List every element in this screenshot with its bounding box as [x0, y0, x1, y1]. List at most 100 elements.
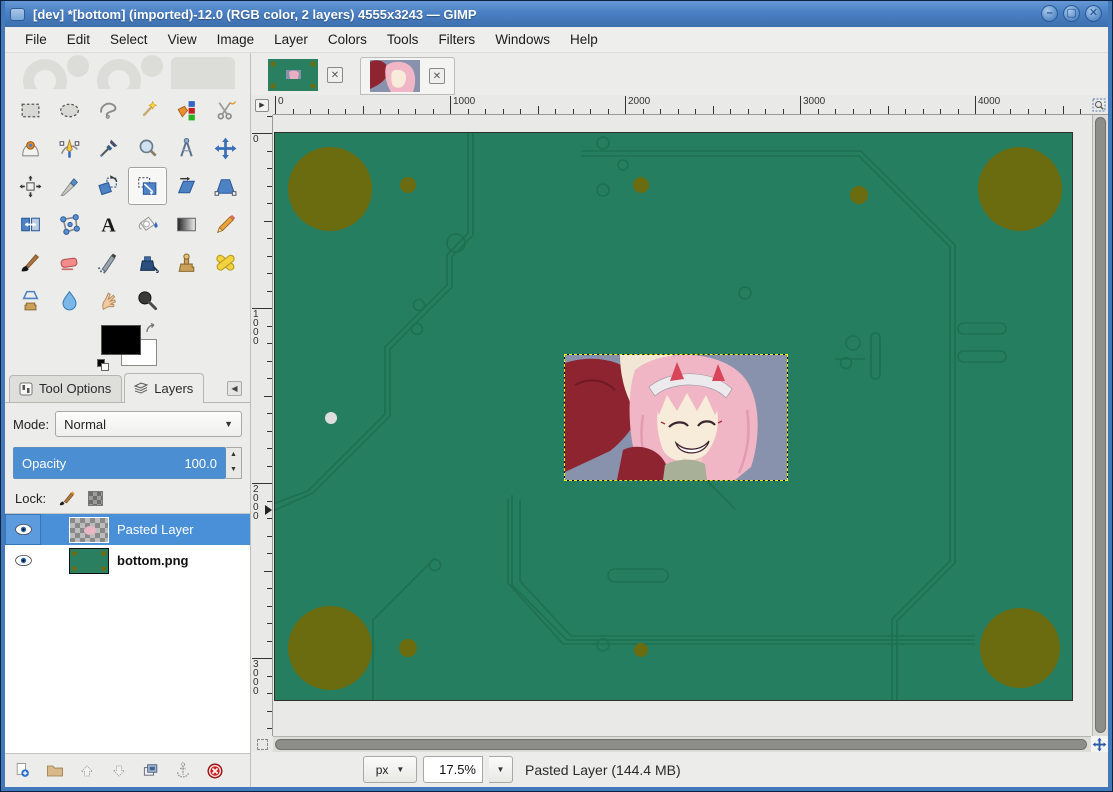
horizontal-scrollbar-thumb[interactable] [275, 739, 1087, 750]
opacity-spinner[interactable]: ▲ ▼ [226, 447, 242, 479]
tool-crop[interactable] [50, 167, 89, 205]
layer-row-bottom-png[interactable]: bottom.png [5, 545, 250, 576]
layer-visibility-toggle[interactable] [5, 514, 41, 545]
content: A Tool Options Layers [5, 53, 1108, 787]
tool-rotate[interactable] [89, 167, 128, 205]
tool-fuzzy-select[interactable] [128, 91, 167, 129]
tool-bucket-fill[interactable] [128, 205, 167, 243]
lock-pixels-icon[interactable] [58, 489, 76, 507]
tab-tool-options[interactable]: Tool Options [9, 375, 122, 402]
menu-colors[interactable]: Colors [318, 28, 377, 51]
tool-foreground-select[interactable] [11, 129, 50, 167]
tool-scissors-select[interactable] [206, 91, 245, 129]
pointer-position-marker [265, 505, 272, 515]
menu-file[interactable]: File [15, 28, 57, 51]
tool-airbrush[interactable] [89, 243, 128, 281]
menu-filters[interactable]: Filters [428, 28, 485, 51]
tool-scale[interactable] [128, 167, 167, 205]
tool-blur[interactable] [50, 281, 89, 319]
tool-paintbrush[interactable] [11, 243, 50, 281]
navigation-button[interactable] [1091, 736, 1108, 752]
tool-gradient[interactable] [167, 205, 206, 243]
tool-ink[interactable] [128, 243, 167, 281]
foreground-color-swatch[interactable] [101, 325, 141, 355]
zoom-entry[interactable]: 17.5% [423, 756, 483, 783]
board-image[interactable] [275, 133, 1072, 700]
close-button[interactable]: ✕ [1085, 5, 1102, 22]
mode-select[interactable]: Normal ▼ [55, 411, 242, 437]
tool-cage-transform[interactable] [50, 205, 89, 243]
lower-layer-button[interactable] [105, 758, 133, 784]
tool-perspective[interactable] [206, 167, 245, 205]
zoom-icon [135, 136, 160, 161]
zoom-follow-window-toggle[interactable] [1090, 95, 1108, 115]
spin-up-icon[interactable]: ▲ [226, 448, 241, 463]
tool-heal[interactable] [206, 243, 245, 281]
menu-edit[interactable]: Edit [57, 28, 100, 51]
tool-dodge-burn[interactable] [128, 281, 167, 319]
duplicate-layer-button[interactable] [137, 758, 165, 784]
tool-perspective-clone[interactable] [11, 281, 50, 319]
image-menu-button[interactable]: ▶ [251, 95, 273, 115]
tool-alignment[interactable] [11, 167, 50, 205]
tool-eraser[interactable] [50, 243, 89, 281]
tool-ellipse-select[interactable] [50, 91, 89, 129]
tool-shear[interactable] [167, 167, 206, 205]
minimize-button[interactable]: – [1041, 5, 1058, 22]
titlebar[interactable]: [dev] *[bottom] (imported)-12.0 (RGB col… [5, 1, 1108, 27]
menu-help[interactable]: Help [560, 28, 608, 51]
tool-smudge[interactable] [89, 281, 128, 319]
tool-measure[interactable] [167, 129, 206, 167]
image-tab-pasted-source-image[interactable]: ✕ [360, 57, 455, 95]
default-colors-icon[interactable] [97, 359, 110, 372]
tab-layers[interactable]: Layers [124, 373, 204, 403]
new-group-button[interactable] [41, 758, 69, 784]
menu-windows[interactable]: Windows [485, 28, 560, 51]
tool-free-select[interactable] [89, 91, 128, 129]
tool-paths[interactable] [50, 129, 89, 167]
menu-select[interactable]: Select [100, 28, 158, 51]
toolbox: A [5, 89, 250, 321]
layer-visibility-toggle[interactable] [5, 545, 41, 576]
vertical-scrollbar-thumb[interactable] [1095, 117, 1106, 733]
horizontal-scrollbar[interactable] [273, 736, 1091, 752]
canvas[interactable] [273, 115, 1092, 736]
image-tab-bottom-image[interactable]: ✕ [259, 55, 352, 95]
opacity-slider[interactable]: Opacity 100.0 [13, 447, 226, 479]
vertical-scrollbar[interactable] [1092, 115, 1108, 736]
menu-view[interactable]: View [158, 28, 207, 51]
delete-layer-button[interactable] [201, 758, 229, 784]
zoom-dropdown-button[interactable]: ▼ [489, 756, 513, 783]
layer-row-pasted-layer[interactable]: Pasted Layer [5, 514, 250, 545]
anchor-layer-button[interactable] [169, 758, 197, 784]
window-controls: –▢ ✕ [1041, 5, 1102, 22]
swap-colors-icon[interactable] [145, 323, 159, 337]
layers-list: Pasted Layerbottom.png [5, 513, 250, 753]
unit-select[interactable]: px ▼ [363, 756, 417, 783]
menu-image[interactable]: Image [207, 28, 265, 51]
spin-down-icon[interactable]: ▼ [226, 463, 241, 478]
lock-label: Lock: [15, 491, 46, 506]
pasted-layer[interactable] [565, 355, 787, 480]
tool-color-picker[interactable] [89, 129, 128, 167]
tool-pencil[interactable] [206, 205, 245, 243]
close-tab-icon[interactable]: ✕ [327, 67, 343, 83]
tool-text[interactable]: A [89, 205, 128, 243]
lock-alpha-icon[interactable] [88, 491, 103, 506]
left-ruler[interactable]: 0100020003000 [251, 115, 273, 736]
new-layer-button[interactable] [9, 758, 37, 784]
dock-collapse-button[interactable]: ◀ [227, 381, 242, 396]
top-ruler[interactable]: 01000200030004000 [273, 95, 1090, 115]
tool-clone[interactable] [167, 243, 206, 281]
tool-move[interactable] [206, 129, 245, 167]
tool-select-by-color[interactable] [167, 91, 206, 129]
tool-zoom[interactable] [128, 129, 167, 167]
menu-layer[interactable]: Layer [264, 28, 318, 51]
raise-layer-button[interactable] [73, 758, 101, 784]
maximize-button[interactable]: ▢ [1063, 5, 1080, 22]
tool-rectangle-select[interactable] [11, 91, 50, 129]
quick-mask-toggle[interactable] [251, 736, 273, 752]
close-tab-icon[interactable]: ✕ [429, 68, 445, 84]
menu-tools[interactable]: Tools [377, 28, 429, 51]
tool-flip[interactable] [11, 205, 50, 243]
